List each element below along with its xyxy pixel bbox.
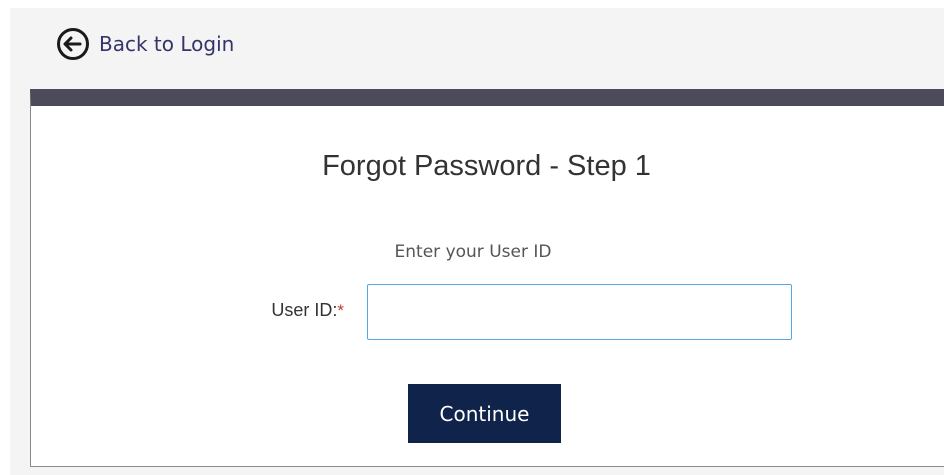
back-to-login-label: Back to Login [99, 32, 235, 56]
page-title: Forgot Password - Step 1 [322, 150, 651, 182]
user-id-label-text: User ID: [271, 300, 338, 320]
back-to-login-link[interactable]: Back to Login [56, 26, 234, 62]
required-marker: * [337, 301, 344, 320]
continue-button[interactable]: Continue [408, 384, 561, 443]
instruction-text: Enter your User ID [394, 242, 552, 262]
user-id-label: User ID:* [200, 300, 344, 321]
user-id-input[interactable] [367, 284, 792, 340]
arrow-left-circle-icon [57, 28, 89, 60]
